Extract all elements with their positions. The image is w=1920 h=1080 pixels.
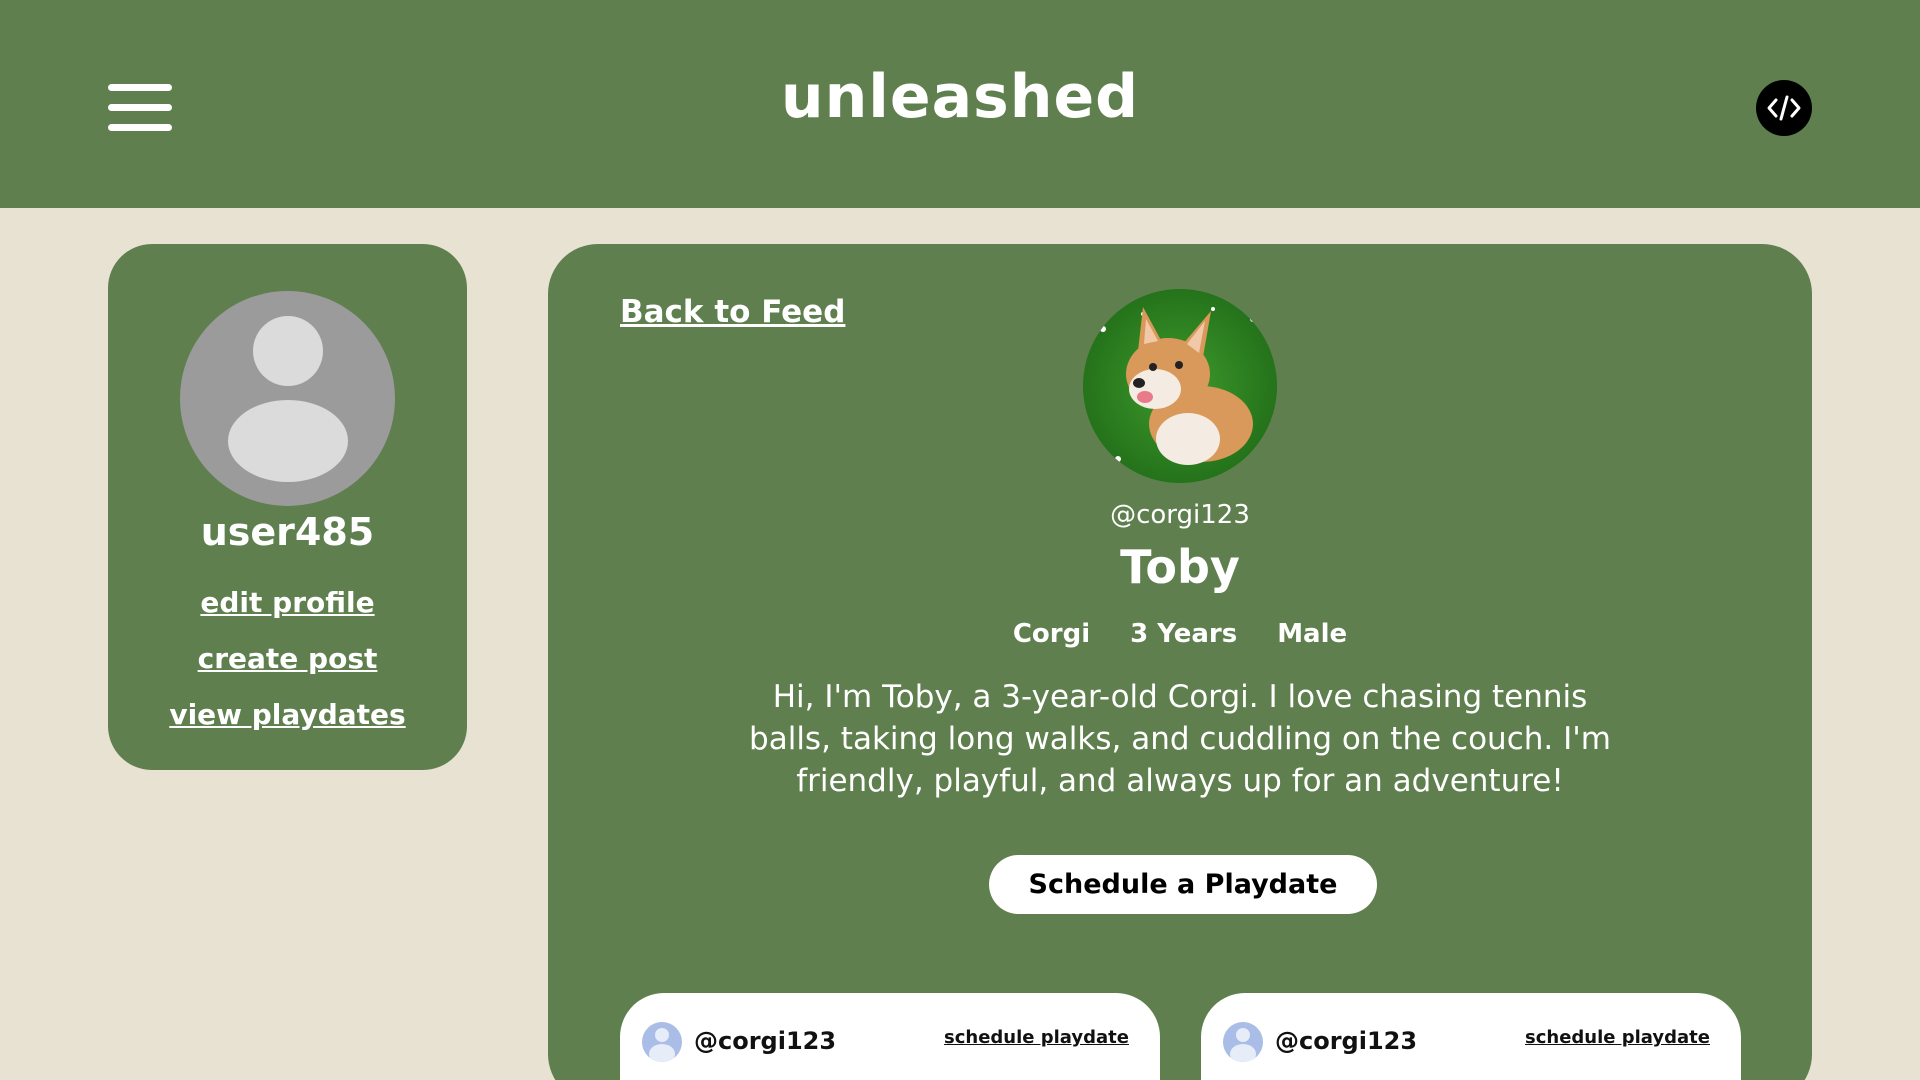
dog-age: 3 Years bbox=[1130, 619, 1238, 649]
post-avatar-icon bbox=[1223, 1022, 1263, 1062]
top-bar: unleashed bbox=[0, 0, 1920, 208]
app-logo: unleashed bbox=[780, 62, 1140, 132]
post-schedule-playdate-link[interactable]: schedule playdate bbox=[944, 1027, 1129, 1048]
user-sidebar: user485 edit profile create post view pl… bbox=[108, 244, 467, 770]
create-post-link[interactable]: create post bbox=[108, 642, 467, 675]
dog-profile-panel: Back to Feed @corgi123 Toby Corgi 3 Year… bbox=[548, 244, 1812, 1080]
dog-breed: Corgi bbox=[1012, 619, 1091, 649]
code-icon[interactable] bbox=[1756, 80, 1812, 136]
post-schedule-playdate-link[interactable]: schedule playdate bbox=[1525, 1027, 1710, 1048]
post-card: @corgi123 schedule playdate bbox=[620, 993, 1160, 1080]
dog-profile-photo bbox=[1083, 289, 1277, 483]
dog-sex: Male bbox=[1277, 619, 1348, 649]
post-card: @corgi123 schedule playdate bbox=[1201, 993, 1741, 1080]
user-avatar-icon bbox=[180, 291, 395, 506]
back-to-feed-link[interactable]: Back to Feed bbox=[620, 294, 845, 330]
username: user485 bbox=[200, 510, 375, 554]
dog-bio: Hi, I'm Toby, a 3-year-old Corgi. I love… bbox=[749, 679, 1611, 799]
dog-stats: Corgi 3 Years Male bbox=[548, 619, 1812, 649]
dog-name: Toby bbox=[1120, 540, 1240, 594]
dog-handle: @corgi123 bbox=[1110, 500, 1250, 530]
post-avatar-icon bbox=[642, 1022, 682, 1062]
edit-profile-link[interactable]: edit profile bbox=[108, 586, 467, 619]
post-handle[interactable]: @corgi123 bbox=[1275, 1027, 1417, 1055]
schedule-playdate-button[interactable]: Schedule a Playdate bbox=[989, 855, 1377, 914]
view-playdates-link[interactable]: view playdates bbox=[108, 698, 467, 731]
post-handle[interactable]: @corgi123 bbox=[694, 1027, 836, 1055]
